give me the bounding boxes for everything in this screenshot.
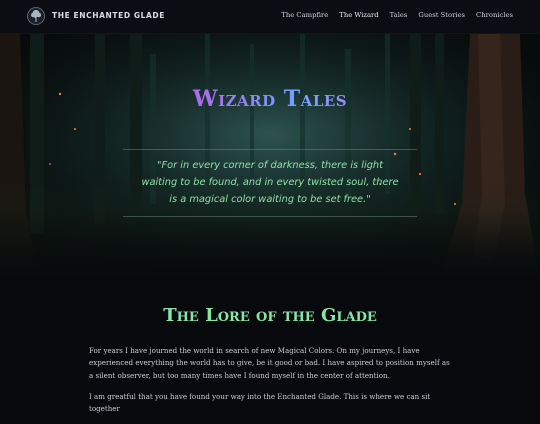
quote-divider-top <box>123 149 417 150</box>
top-nav: THE ENCHANTED GLADE The Campfire The Wiz… <box>0 0 540 34</box>
brand-name[interactable]: THE ENCHANTED GLADE <box>52 11 165 20</box>
section-title: The Lore of the Glade <box>163 305 377 326</box>
nav-link-the-wizard[interactable]: The Wizard <box>339 11 378 19</box>
hero-fade <box>0 210 540 280</box>
nav-link-tales[interactable]: Tales <box>390 11 408 19</box>
hero-banner: Wizard Tales "For in every corner of dar… <box>0 34 540 280</box>
nav-link-chronicles[interactable]: Chronicles <box>476 11 513 19</box>
lore-body: For years I have journed the world in se… <box>89 345 454 424</box>
nav-link-guest-stories[interactable]: Guest Stories <box>418 11 465 19</box>
quote-divider-bottom <box>123 216 417 217</box>
nav-links: The Campfire The Wizard Tales Guest Stor… <box>281 11 513 19</box>
lore-paragraph: For years I have journed the world in se… <box>89 346 450 380</box>
hero-quote: "For in every corner of darkness, there … <box>141 160 399 205</box>
nav-link-the-campfire[interactable]: The Campfire <box>281 11 328 19</box>
page-title: Wizard Tales <box>0 86 540 112</box>
tree-icon[interactable] <box>27 7 45 25</box>
lore-paragraph: I am greatful that you have found your w… <box>89 391 431 414</box>
